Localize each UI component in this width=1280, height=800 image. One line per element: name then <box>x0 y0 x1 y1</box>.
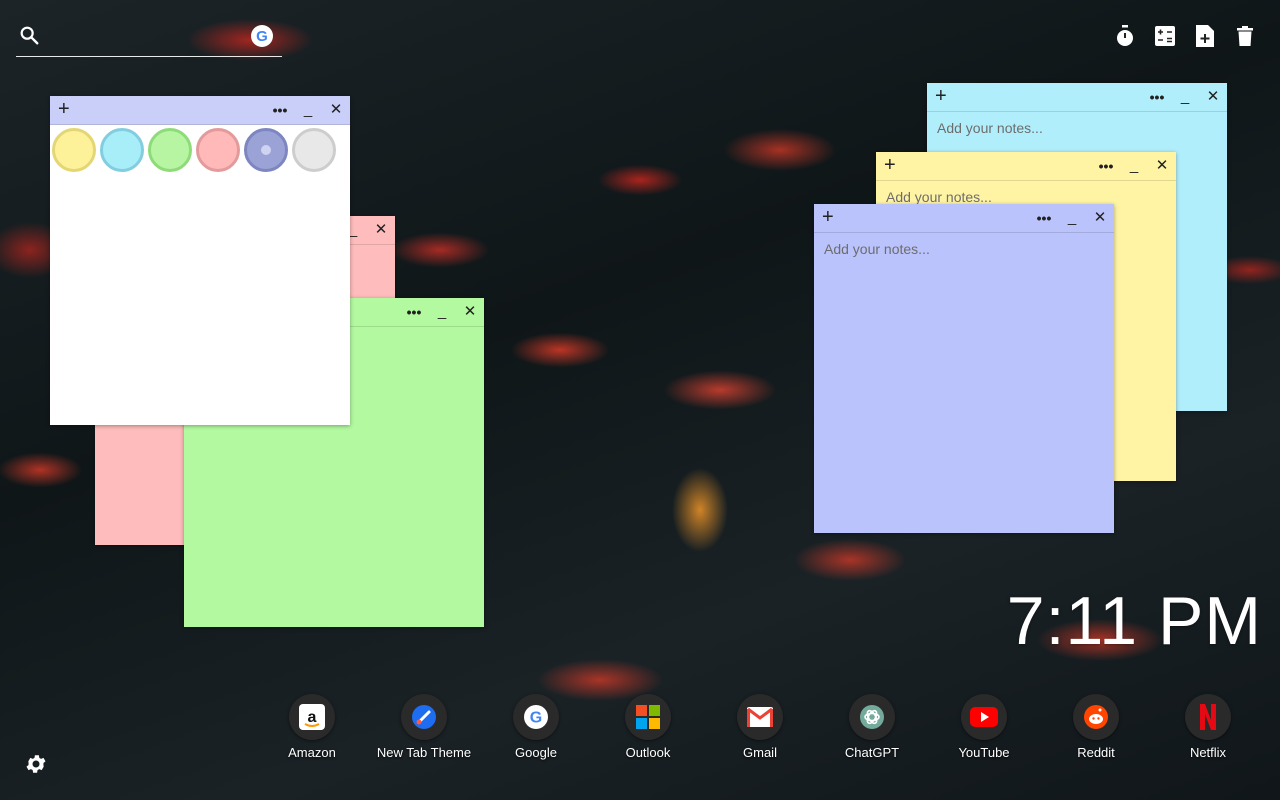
svg-text:G: G <box>530 710 542 727</box>
shortcut-gmail[interactable]: Gmail <box>704 694 816 760</box>
note-controls: ••• _ ✕ <box>400 298 484 326</box>
search-bar: G <box>16 22 282 57</box>
more-icon[interactable]: ••• <box>1092 152 1120 180</box>
shortcut-reddit[interactable]: Reddit <box>1040 694 1152 760</box>
shortcut-label: Outlook <box>625 745 671 760</box>
gmail-icon <box>737 694 783 740</box>
trash-icon[interactable] <box>1234 24 1256 48</box>
clock: 7:11 PM <box>1006 583 1262 659</box>
more-icon[interactable]: ••• <box>266 96 294 124</box>
note-header: + ••• _ ✕ <box>927 83 1227 112</box>
gear-icon[interactable] <box>24 752 48 776</box>
minimize-icon[interactable]: _ <box>294 96 322 124</box>
shortcut-label: Google <box>515 745 557 760</box>
color-swatch-pink[interactable] <box>196 128 240 172</box>
color-swatch-green[interactable] <box>148 128 192 172</box>
add-note-icon[interactable]: + <box>935 85 947 107</box>
shortcut-label: ChatGPT <box>844 745 900 760</box>
close-icon[interactable]: ✕ <box>1199 83 1227 111</box>
color-palette <box>50 125 350 175</box>
google-icon: G <box>513 694 559 740</box>
close-icon[interactable]: ✕ <box>1148 152 1176 180</box>
new-tab-theme-icon <box>401 694 447 740</box>
note-textarea[interactable] <box>814 233 1114 533</box>
note-blue: + ••• _ ✕ <box>814 204 1114 533</box>
shortcut-label: New Tab Theme <box>376 745 472 760</box>
shortcut-google[interactable]: G Google <box>480 694 592 760</box>
shortcut-label: Netflix <box>1189 745 1227 760</box>
color-swatch-gray[interactable] <box>292 128 336 172</box>
minimize-icon[interactable]: _ <box>1058 204 1086 232</box>
note-controls: ••• _ ✕ <box>1143 83 1227 111</box>
shortcut-new-tab-theme[interactable]: New Tab Theme <box>368 694 480 760</box>
shortcut-youtube[interactable]: YouTube <box>928 694 1040 760</box>
shortcut-chatgpt[interactable]: ChatGPT <box>816 694 928 760</box>
more-icon[interactable]: ••• <box>1030 204 1058 232</box>
shortcut-amazon[interactable]: a Amazon <box>256 694 368 760</box>
chatgpt-icon <box>849 694 895 740</box>
more-icon[interactable]: ••• <box>1143 83 1171 111</box>
minimize-icon[interactable]: _ <box>1120 152 1148 180</box>
shortcut-label: Gmail <box>743 745 777 760</box>
add-note-icon[interactable]: + <box>884 154 896 176</box>
note-header: + ••• _ ✕ <box>50 96 350 125</box>
reddit-icon <box>1073 694 1119 740</box>
note-header: + ••• _ ✕ <box>876 152 1176 181</box>
google-g-icon[interactable]: G <box>251 25 273 47</box>
add-note-icon[interactable]: + <box>58 98 70 120</box>
svg-text:a: a <box>308 709 317 726</box>
minimize-icon[interactable]: _ <box>428 298 456 326</box>
minimize-icon[interactable]: _ <box>1171 83 1199 111</box>
new-note-icon[interactable] <box>1194 24 1216 48</box>
color-swatch-yellow[interactable] <box>52 128 96 172</box>
color-swatch-blue[interactable] <box>244 128 288 172</box>
note-controls: ••• _ ✕ <box>1092 152 1176 180</box>
shortcut-label: Reddit <box>1077 745 1115 760</box>
close-icon[interactable]: ✕ <box>322 96 350 124</box>
note-controls: ••• _ ✕ <box>266 96 350 124</box>
close-icon[interactable]: ✕ <box>367 216 395 244</box>
add-note-icon[interactable]: + <box>822 206 834 228</box>
shortcuts-dock: a Amazon New Tab Theme G Google Outlook … <box>256 694 1264 760</box>
timer-icon[interactable] <box>1114 24 1136 48</box>
search-input[interactable] <box>48 24 242 50</box>
shortcut-label: YouTube <box>958 745 1010 760</box>
shortcut-netflix[interactable]: Netflix <box>1152 694 1264 760</box>
netflix-icon <box>1185 694 1231 740</box>
color-swatch-cyan[interactable] <box>100 128 144 172</box>
close-icon[interactable]: ✕ <box>1086 204 1114 232</box>
note-header: + ••• _ ✕ <box>814 204 1114 233</box>
shortcut-label: Amazon <box>288 745 336 760</box>
youtube-icon <box>961 694 1007 740</box>
calculator-icon[interactable] <box>1154 24 1176 48</box>
shortcut-outlook[interactable]: Outlook <box>592 694 704 760</box>
amazon-icon: a <box>289 694 335 740</box>
top-toolbar <box>1114 24 1256 48</box>
outlook-icon <box>625 694 671 740</box>
note-color-picker: + ••• _ ✕ <box>50 96 350 425</box>
note-controls: ••• _ ✕ <box>1030 204 1114 232</box>
more-icon[interactable]: ••• <box>400 298 428 326</box>
search-icon[interactable] <box>18 24 40 46</box>
close-icon[interactable]: ✕ <box>456 298 484 326</box>
